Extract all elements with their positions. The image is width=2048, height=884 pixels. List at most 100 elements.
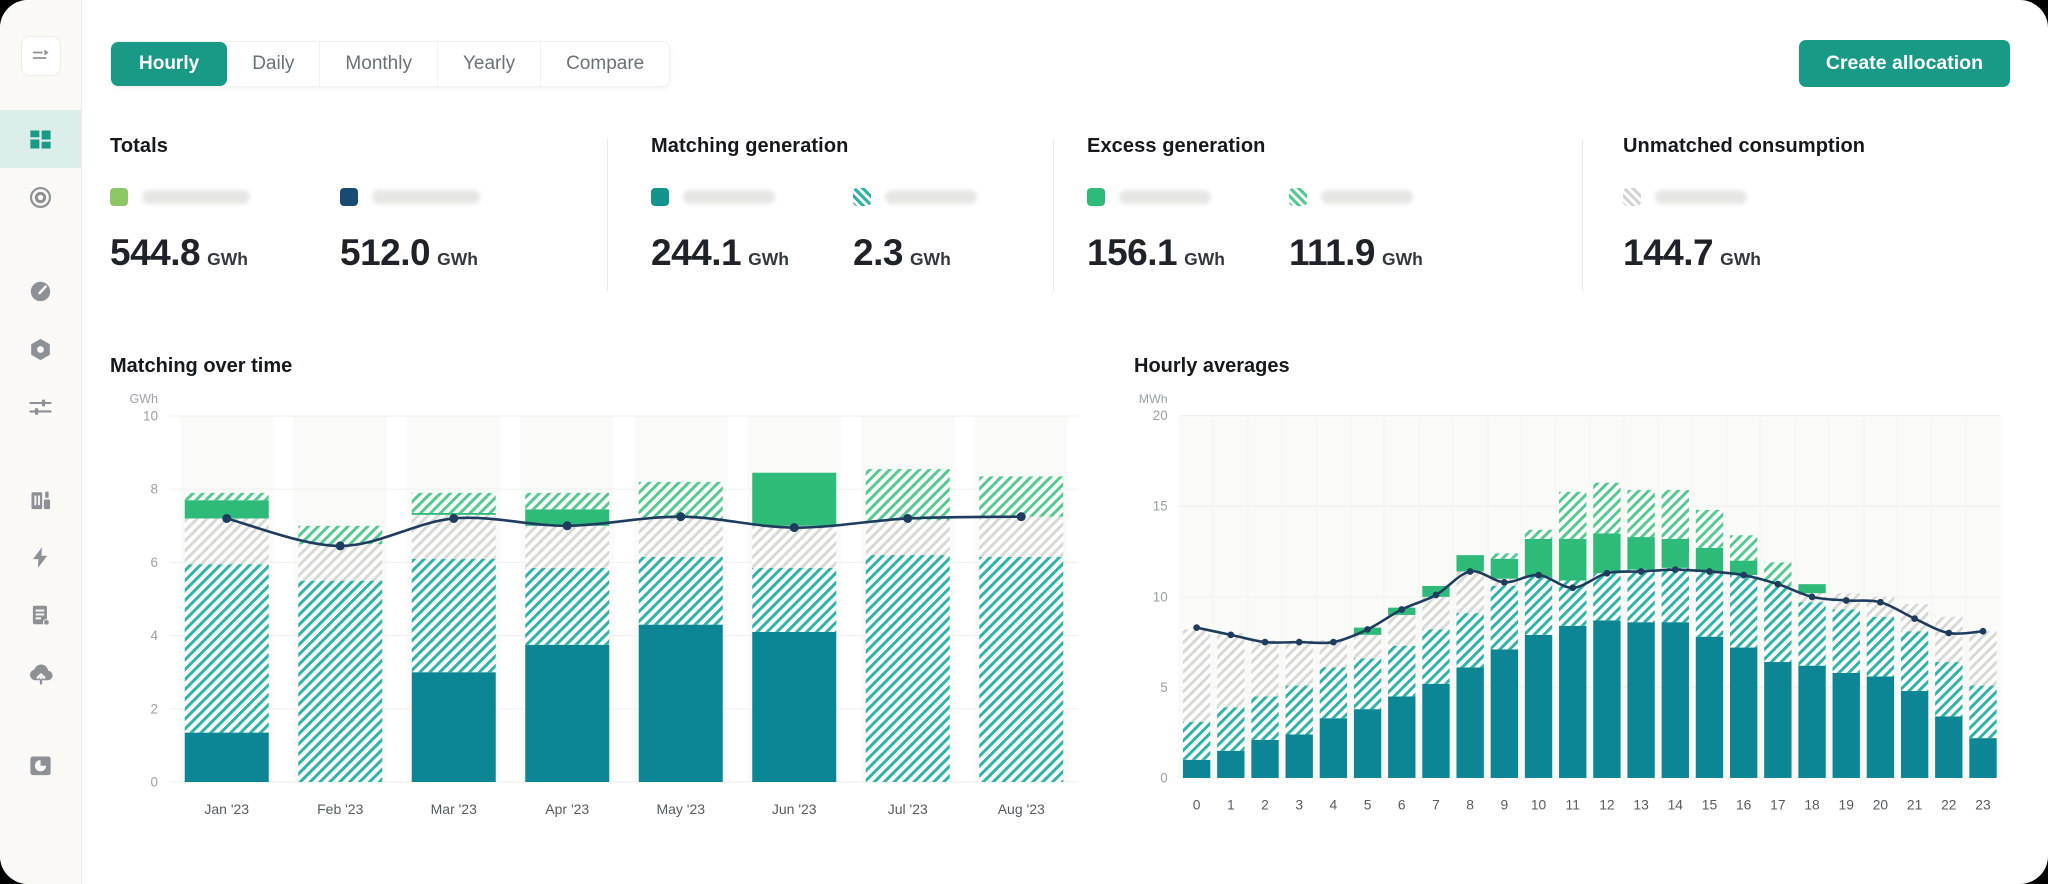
sidebar-item-gauge[interactable] [0, 262, 81, 320]
svg-text:3: 3 [1295, 797, 1303, 813]
metric-value: 512.0 [340, 232, 430, 274]
svg-text:Jan '23: Jan '23 [204, 801, 249, 817]
tab-hourly[interactable]: Hourly [111, 42, 227, 86]
sidebar-item-target[interactable] [0, 168, 81, 226]
metric: 111.9GWh [1289, 188, 1423, 274]
tab-monthly[interactable]: Monthly [319, 42, 437, 86]
charts-row: Matching over time 0246810GWhJan '23Feb … [110, 355, 2010, 838]
svg-text:14: 14 [1668, 797, 1684, 813]
metric-unit: GWh [748, 249, 789, 270]
divider [1053, 139, 1054, 291]
stat-title: Unmatched consumption [1623, 135, 2010, 158]
target-icon [27, 184, 54, 211]
sidebar-item-sliders[interactable] [0, 378, 81, 436]
metric-value: 156.1 [1087, 232, 1177, 274]
svg-text:15: 15 [1702, 797, 1718, 813]
legend-swatch-green-light [110, 188, 128, 206]
hexagon-icon [27, 336, 54, 363]
stat-group-unmatched-consumption: Unmatched consumption 144.7GWh [1623, 135, 2010, 274]
create-allocation-button[interactable]: Create allocation [1799, 40, 2010, 87]
metric-value: 544.8 [110, 232, 200, 274]
svg-text:12: 12 [1599, 797, 1614, 813]
svg-text:23: 23 [1975, 797, 1991, 813]
chart-hourly-averages: Hourly averages 05101520MWh0123456789101… [1134, 355, 2010, 838]
metric: 544.8 GWh [110, 188, 340, 274]
sliders-icon [27, 394, 54, 421]
sidebar-item-invoices[interactable] [0, 586, 81, 644]
metric-value: 2.3 [853, 232, 903, 274]
stat-group-excess-generation: Excess generation 156.1GWh [1087, 135, 1582, 274]
legend-swatch-green-hatch [1289, 188, 1307, 206]
matching-over-time-chart[interactable]: 0246810GWhJan '23Feb '23Mar '23Apr '23Ma… [110, 386, 1088, 838]
sidebar-toggle-icon[interactable] [21, 36, 61, 76]
legend-swatch-navy [340, 188, 358, 206]
cloud-upload-icon [27, 659, 55, 687]
svg-text:8: 8 [150, 482, 158, 497]
svg-text:22: 22 [1941, 797, 1956, 813]
stat-title: Excess generation [1087, 135, 1582, 158]
metric: 144.7GWh [1623, 188, 1761, 274]
redacted-legend-label [683, 190, 775, 204]
divider [1582, 139, 1583, 291]
svg-text:Mar '23: Mar '23 [431, 801, 477, 817]
redacted-legend-label [142, 190, 250, 204]
svg-text:May '23: May '23 [656, 801, 705, 817]
tab-daily[interactable]: Daily [227, 42, 319, 86]
legend-swatch-teal [651, 188, 669, 206]
tab-yearly[interactable]: Yearly [437, 42, 540, 86]
legend-swatch-teal-hatch [853, 188, 871, 206]
sidebar-item-power-plant[interactable] [0, 470, 81, 528]
sidebar-item-upload[interactable] [0, 644, 81, 702]
metric-unit: GWh [437, 249, 478, 270]
redacted-legend-label [372, 190, 480, 204]
svg-text:0: 0 [150, 775, 158, 790]
svg-text:2: 2 [1261, 797, 1269, 813]
sidebar-item-energy[interactable] [0, 528, 81, 586]
svg-text:4: 4 [1330, 797, 1338, 813]
power-plant-icon [27, 486, 54, 513]
period-tabs: Hourly Daily Monthly Yearly Compare [110, 41, 670, 87]
svg-text:Aug '23: Aug '23 [998, 801, 1045, 817]
svg-text:7: 7 [1432, 797, 1440, 813]
sidebar-item-reports[interactable] [0, 736, 81, 794]
gauge-icon [27, 278, 54, 305]
svg-text:0: 0 [1193, 797, 1201, 813]
svg-text:MWh: MWh [1139, 392, 1168, 406]
svg-text:15: 15 [1153, 499, 1168, 514]
svg-text:8: 8 [1466, 797, 1474, 813]
sidebar-item-dashboard[interactable] [0, 110, 81, 168]
svg-text:Jun '23: Jun '23 [772, 801, 817, 817]
redacted-legend-label [1321, 190, 1413, 204]
redacted-legend-label [1119, 190, 1211, 204]
metric-value: 144.7 [1623, 232, 1713, 274]
chart-title: Hourly averages [1134, 355, 2010, 378]
svg-text:19: 19 [1839, 797, 1855, 813]
svg-text:21: 21 [1907, 797, 1923, 813]
pie-chart-icon [27, 752, 54, 779]
sidebar-item-hexagon[interactable] [0, 320, 81, 378]
svg-text:Jul '23: Jul '23 [888, 801, 928, 817]
svg-text:0: 0 [1160, 770, 1167, 785]
divider [607, 139, 608, 291]
topbar: Hourly Daily Monthly Yearly Compare Crea… [110, 40, 2010, 87]
svg-text:17: 17 [1770, 797, 1785, 813]
main-content: Hourly Daily Monthly Yearly Compare Crea… [82, 0, 2048, 884]
svg-text:6: 6 [150, 555, 158, 570]
svg-text:10: 10 [1531, 797, 1547, 813]
metric: 156.1GWh [1087, 188, 1289, 274]
svg-text:1: 1 [1227, 797, 1235, 813]
svg-text:2: 2 [150, 701, 158, 716]
hourly-averages-chart[interactable]: 05101520MWh01234567891011121314151617181… [1134, 386, 2010, 833]
tab-compare[interactable]: Compare [540, 42, 669, 86]
svg-text:20: 20 [1153, 408, 1168, 423]
invoice-icon [28, 602, 54, 628]
svg-text:9: 9 [1500, 797, 1508, 813]
svg-text:Apr '23: Apr '23 [545, 801, 589, 817]
redacted-legend-label [1655, 190, 1747, 204]
metric: 512.0 GWh [340, 188, 480, 274]
svg-text:5: 5 [1160, 680, 1167, 695]
svg-text:11: 11 [1566, 797, 1581, 813]
metric-unit: GWh [207, 249, 248, 270]
stats-row: Totals 544.8GWh 512.0G [110, 135, 2010, 291]
sidebar-nav [0, 110, 81, 794]
